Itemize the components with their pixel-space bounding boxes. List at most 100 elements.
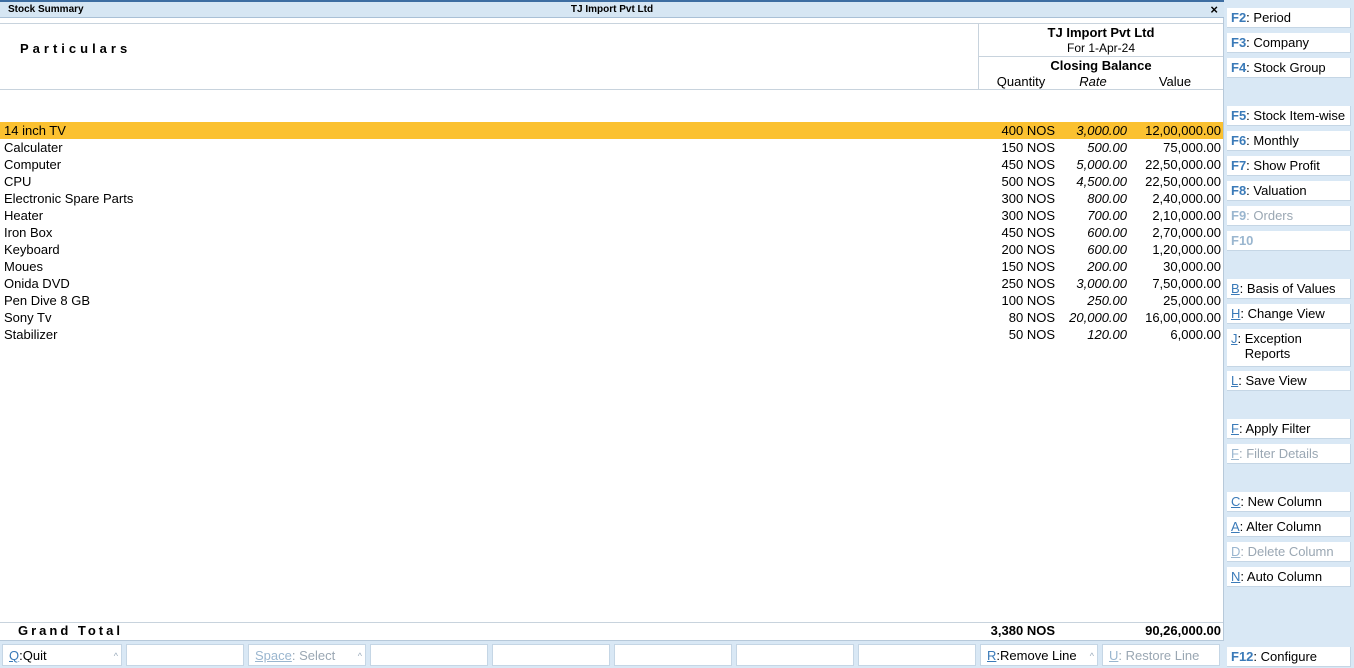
period-button[interactable]: F2: Period xyxy=(1227,8,1351,28)
new-column-key: C xyxy=(1231,494,1241,509)
item-name: Keyboard xyxy=(4,242,60,257)
change-view-button[interactable]: H: Change View xyxy=(1227,304,1351,324)
column-period: For 1-Apr-24 xyxy=(1066,41,1136,55)
select-shortcut-key: Space xyxy=(255,648,292,663)
new-column-label: New Column xyxy=(1247,494,1323,509)
alter-column-key: A xyxy=(1231,519,1240,534)
table-row[interactable]: Sony Tv 80 NOS 20,000.00 16,00,000.00 xyxy=(0,309,1223,326)
table-row[interactable]: Onida DVD 250 NOS 3,000.00 7,50,000.00 xyxy=(0,275,1223,292)
apply-filter-key: F xyxy=(1231,421,1239,436)
remove-line-button[interactable]: R:Remove Line ^ xyxy=(980,644,1098,666)
auto-column-label: Auto Column xyxy=(1246,569,1323,584)
new-column-button[interactable]: C: New Column xyxy=(1227,492,1351,512)
auto-column-key: N xyxy=(1231,569,1241,584)
table-row[interactable]: Stabilizer 50 NOS 120.00 6,000.00 xyxy=(0,326,1223,343)
item-name: Heater xyxy=(4,208,44,223)
caret-icon: ^ xyxy=(357,651,362,661)
header-divider xyxy=(0,23,1223,24)
table-row[interactable]: Electronic Spare Parts 300 NOS 800.00 2,… xyxy=(0,190,1223,207)
exception-reports-label-line2: Reports xyxy=(1244,346,1291,361)
basis-of-values-button[interactable]: B: Basis of Values xyxy=(1227,279,1351,299)
stock-group-key: F4 xyxy=(1231,60,1247,75)
quit-button[interactable]: Q:Quit ^ xyxy=(2,644,122,666)
column-company-name: TJ Import Pvt Ltd xyxy=(1047,25,1155,40)
save-view-label: Save View xyxy=(1245,373,1307,388)
alter-column-label: Alter Column xyxy=(1246,519,1322,534)
f10-button[interactable]: F10 xyxy=(1227,231,1351,251)
filter-details-label: Filter Details xyxy=(1246,446,1319,461)
table-row[interactable]: Keyboard 200 NOS 600.00 1,20,000.00 xyxy=(0,241,1223,258)
item-quantity: 250 NOS xyxy=(1001,276,1055,291)
stock-group-button[interactable]: F4: Stock Group xyxy=(1227,58,1351,78)
item-quantity: 450 NOS xyxy=(1001,225,1055,240)
stock-summary-report: Particulars TJ Import Pvt Ltd For 1-Apr-… xyxy=(0,18,1224,640)
empty-button-slot xyxy=(492,644,610,666)
table-row[interactable]: Moues 150 NOS 200.00 30,000.00 xyxy=(0,258,1223,275)
select-button[interactable]: Space: Select ^ xyxy=(248,644,366,666)
item-value: 75,000.00 xyxy=(1163,140,1221,155)
table-row[interactable]: 14 inch TV 400 NOS 3,000.00 12,00,000.00 xyxy=(0,122,1223,139)
item-name: Calculater xyxy=(4,140,63,155)
particulars-heading: Particulars xyxy=(20,41,132,56)
item-quantity: 100 NOS xyxy=(1001,293,1055,308)
closing-divider xyxy=(979,56,1223,57)
apply-filter-label: Apply Filter xyxy=(1245,421,1311,436)
item-rate: 3,000.00 xyxy=(1076,123,1127,138)
monthly-button[interactable]: F6: Monthly xyxy=(1227,131,1351,151)
item-quantity: 400 NOS xyxy=(1001,123,1055,138)
stock-item-wise-button[interactable]: F5: Stock Item-wise xyxy=(1227,106,1351,126)
valuation-key: F8 xyxy=(1231,183,1247,198)
apply-filter-button[interactable]: F: Apply Filter xyxy=(1227,419,1351,439)
empty-button-slot xyxy=(370,644,488,666)
table-row[interactable]: Computer 450 NOS 5,000.00 22,50,000.00 xyxy=(0,156,1223,173)
alter-column-button[interactable]: A: Alter Column xyxy=(1227,517,1351,537)
item-name: 14 inch TV xyxy=(4,123,66,138)
auto-column-button[interactable]: N: Auto Column xyxy=(1227,567,1351,587)
restore-line-button[interactable]: U: Restore Line xyxy=(1102,644,1220,666)
show-profit-button[interactable]: F7: Show Profit xyxy=(1227,156,1351,176)
item-quantity: 80 NOS xyxy=(1008,310,1055,325)
table-row[interactable]: Heater 300 NOS 700.00 2,10,000.00 xyxy=(0,207,1223,224)
configure-button[interactable]: F12: Configure xyxy=(1227,647,1351,667)
item-rate: 5,000.00 xyxy=(1076,157,1127,172)
table-row[interactable]: CPU 500 NOS 4,500.00 22,50,000.00 xyxy=(0,173,1223,190)
item-rate: 4,500.00 xyxy=(1076,174,1127,189)
item-value: 2,40,000.00 xyxy=(1152,191,1221,206)
table-row[interactable]: Pen Dive 8 GB 100 NOS 250.00 25,000.00 xyxy=(0,292,1223,309)
company-button[interactable]: F3: Company xyxy=(1227,33,1351,53)
item-name: Electronic Spare Parts xyxy=(4,191,134,206)
exception-reports-button[interactable]: J: Exception Reports xyxy=(1227,329,1351,367)
item-value: 2,70,000.00 xyxy=(1152,225,1221,240)
item-rate: 200.00 xyxy=(1087,259,1127,274)
item-value: 22,50,000.00 xyxy=(1145,174,1221,189)
show-profit-key: F7 xyxy=(1231,158,1247,173)
caret-icon: ^ xyxy=(1089,651,1094,661)
change-view-label: Change View xyxy=(1247,306,1325,321)
restore-shortcut-key: U xyxy=(1109,648,1119,663)
table-row[interactable]: Iron Box 450 NOS 600.00 2,70,000.00 xyxy=(0,224,1223,241)
filter-details-button[interactable]: F: Filter Details xyxy=(1227,444,1351,464)
item-value: 25,000.00 xyxy=(1163,293,1221,308)
delete-column-key: D xyxy=(1231,544,1241,559)
save-view-key: L xyxy=(1231,373,1239,388)
valuation-label: Valuation xyxy=(1253,183,1307,198)
close-icon[interactable]: × xyxy=(1210,2,1218,17)
stock-item-wise-label: Stock Item-wise xyxy=(1253,108,1346,123)
item-rate: 20,000.00 xyxy=(1069,310,1127,325)
table-row[interactable]: Calculater 150 NOS 500.00 75,000.00 xyxy=(0,139,1223,156)
closing-balance-heading: Closing Balance xyxy=(1050,58,1152,73)
restore-line-label: Restore Line xyxy=(1125,648,1200,663)
item-value: 22,50,000.00 xyxy=(1145,157,1221,172)
item-name: Computer xyxy=(4,157,62,172)
save-view-button[interactable]: L: Save View xyxy=(1227,371,1351,391)
exception-reports-key: J xyxy=(1231,331,1238,346)
delete-column-button[interactable]: D: Delete Column xyxy=(1227,542,1351,562)
valuation-button[interactable]: F8: Valuation xyxy=(1227,181,1351,201)
rate-column-header: Rate xyxy=(1079,74,1107,89)
orders-button[interactable]: F9: Orders xyxy=(1227,206,1351,226)
item-quantity: 450 NOS xyxy=(1001,157,1055,172)
stock-group-label: Stock Group xyxy=(1253,60,1326,75)
filter-details-key: F xyxy=(1231,446,1239,461)
item-name: Sony Tv xyxy=(4,310,52,325)
item-rate: 600.00 xyxy=(1087,225,1127,240)
